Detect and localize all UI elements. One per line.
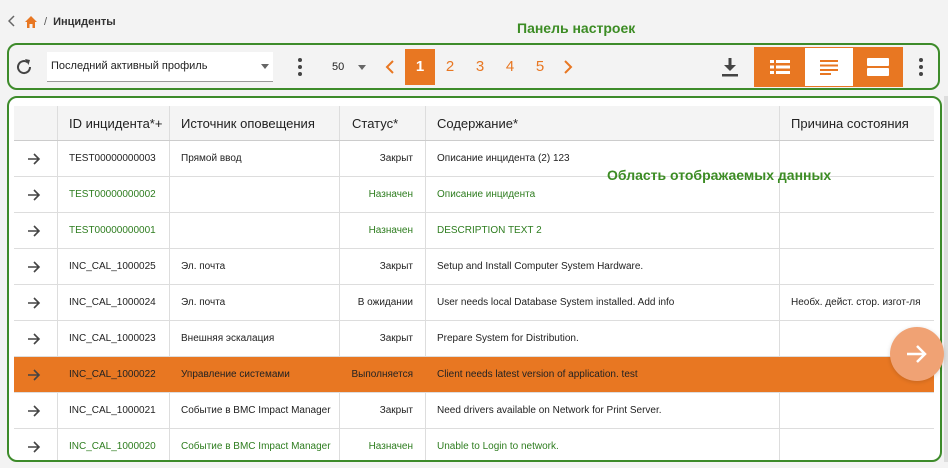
page-button-5[interactable]: 5 (525, 49, 555, 85)
cell-summary: DESCRIPTION TEXT 2 (426, 213, 780, 248)
cell-source (170, 177, 340, 212)
cell-reason (780, 249, 934, 284)
page-button-2[interactable]: 2 (435, 49, 465, 85)
arrow-right-icon[interactable] (890, 327, 944, 381)
cell-reason (780, 393, 934, 428)
list-view-icon[interactable] (755, 47, 804, 86)
cell-source: Эл. почта (170, 249, 340, 284)
table-row[interactable]: TEST00000000001 Назначен DESCRIPTION TEXT … (14, 213, 934, 249)
cell-source: Прямой ввод (170, 141, 340, 176)
arrow-right-icon[interactable] (14, 429, 58, 460)
table-row[interactable]: INC_CAL_1000023 Внешняя эскалация Закрыт Pr… (14, 321, 934, 357)
scrollbar[interactable] (944, 96, 948, 462)
table-row[interactable]: INC_CAL_1000021 Событие в BMC Impact Mana… (14, 393, 934, 429)
cell-summary: Unable to Login to network. (426, 429, 780, 460)
text-view-icon[interactable] (804, 47, 853, 86)
cell-status: Выполняется (340, 357, 426, 392)
arrow-right-icon[interactable] (14, 249, 58, 284)
cell-id: INC_CAL_1000020 (58, 429, 170, 460)
header-cell-open (14, 106, 58, 140)
split-view-icon[interactable] (853, 47, 902, 86)
cell-source: Внешняя эскалация (170, 321, 340, 356)
cell-id: INC_CAL_1000024 (58, 285, 170, 320)
cell-summary: User needs local Database System install… (426, 285, 780, 320)
cell-reason (780, 429, 934, 460)
table-row[interactable]: INC_CAL_1000024 Эл. почта В ожидании User n… (14, 285, 934, 321)
chevron-left-icon[interactable] (7, 14, 18, 30)
cell-status: Закрыт (340, 249, 426, 284)
more-vert-icon[interactable] (290, 52, 310, 82)
breadcrumb-separator: / (44, 16, 48, 28)
cell-id: INC_CAL_1000021 (58, 393, 170, 428)
cell-status: Закрыт (340, 393, 426, 428)
cell-summary: Need drivers available on Network for Pr… (426, 393, 780, 428)
cell-source (170, 213, 340, 248)
more-vert-icon[interactable] (911, 52, 931, 82)
arrow-right-icon[interactable] (14, 393, 58, 428)
table-body: TEST00000000003 Прямой ввод Закрыт Описание… (14, 141, 934, 460)
arrow-right-icon[interactable] (14, 357, 58, 392)
cell-id: TEST00000000002 (58, 177, 170, 212)
cell-id: INC_CAL_1000023 (58, 321, 170, 356)
cell-id: INC_CAL_1000022 (58, 357, 170, 392)
arrow-right-icon[interactable] (14, 321, 58, 356)
cell-source: Управление системами (170, 357, 340, 392)
data-area-annotation: Область отображаемых данных (607, 167, 832, 183)
arrow-right-icon[interactable] (14, 141, 58, 176)
toolbar-annotation: Панель настроек (517, 20, 636, 36)
page-size-select[interactable]: 50 (332, 52, 368, 82)
profile-select[interactable]: Последний активный профиль (47, 51, 273, 82)
page-size-value: 50 (332, 60, 345, 73)
header-cell-reason[interactable]: Причина состояния (780, 106, 934, 140)
cell-source: Событие в BMC Impact Manager (170, 393, 340, 428)
cell-id: TEST00000000001 (58, 213, 170, 248)
chevron-left-icon[interactable] (380, 52, 400, 82)
cell-source: Эл. почта (170, 285, 340, 320)
page-button-4[interactable]: 4 (495, 49, 525, 85)
cell-status: В ожидании (340, 285, 426, 320)
toolbar: Последний активный профиль 50 1 2 3 4 5 (10, 46, 937, 87)
cell-status: Закрыт (340, 321, 426, 356)
data-area-frame: ID инцидента*+ Источник оповещения Стату… (7, 96, 942, 462)
header-cell-summary[interactable]: Содержание* (426, 106, 780, 140)
profile-select-value: Последний активный профиль (51, 60, 208, 72)
view-toggle-group (754, 46, 903, 87)
arrow-right-icon[interactable] (14, 285, 58, 320)
chevron-right-icon[interactable] (555, 52, 581, 82)
caret-down-icon (358, 64, 366, 70)
arrow-right-icon[interactable] (14, 213, 58, 248)
table-header: ID инцидента*+ Источник оповещения Стату… (14, 106, 934, 141)
caret-down-icon (261, 63, 269, 69)
table-row[interactable]: INC_CAL_1000025 Эл. почта Закрыт Setup and … (14, 249, 934, 285)
home-icon[interactable] (24, 15, 38, 29)
download-icon[interactable] (718, 52, 742, 82)
header-cell-id[interactable]: ID инцидента*+ (58, 106, 170, 140)
cell-summary: Prepare System for Distribution. (426, 321, 780, 356)
breadcrumb-current: Инциденты (53, 16, 116, 28)
cell-status: Назначен (340, 213, 426, 248)
header-cell-source[interactable]: Источник оповещения (170, 106, 340, 140)
cell-status: Назначен (340, 177, 426, 212)
cell-id: TEST00000000003 (58, 141, 170, 176)
cell-source: Событие в BMC Impact Manager (170, 429, 340, 460)
cell-reason: Необх. дейст. стор. изгот-ля (791, 297, 921, 308)
header-cell-status[interactable]: Статус* (340, 106, 426, 140)
cell-reason (780, 213, 934, 248)
cell-summary: Client needs latest version of applicati… (426, 357, 780, 392)
incidents-table: ID инцидента*+ Источник оповещения Стату… (14, 106, 934, 460)
table-row[interactable]: INC_CAL_1000020 Событие в BMC Impact Mana… (14, 429, 934, 460)
page-button-3[interactable]: 3 (465, 49, 495, 85)
cell-status: Закрыт (340, 141, 426, 176)
cell-summary: Setup and Install Computer System Hardwa… (426, 249, 780, 284)
breadcrumb: / Инциденты (7, 12, 116, 32)
cell-status: Назначен (340, 429, 426, 460)
cell-id: INC_CAL_1000025 (58, 249, 170, 284)
arrow-right-icon[interactable] (14, 177, 58, 212)
table-row[interactable]: INC_CAL_1000022 Управление системами Выпол… (14, 357, 934, 393)
page-button-1[interactable]: 1 (405, 48, 435, 85)
refresh-icon[interactable] (12, 55, 36, 79)
